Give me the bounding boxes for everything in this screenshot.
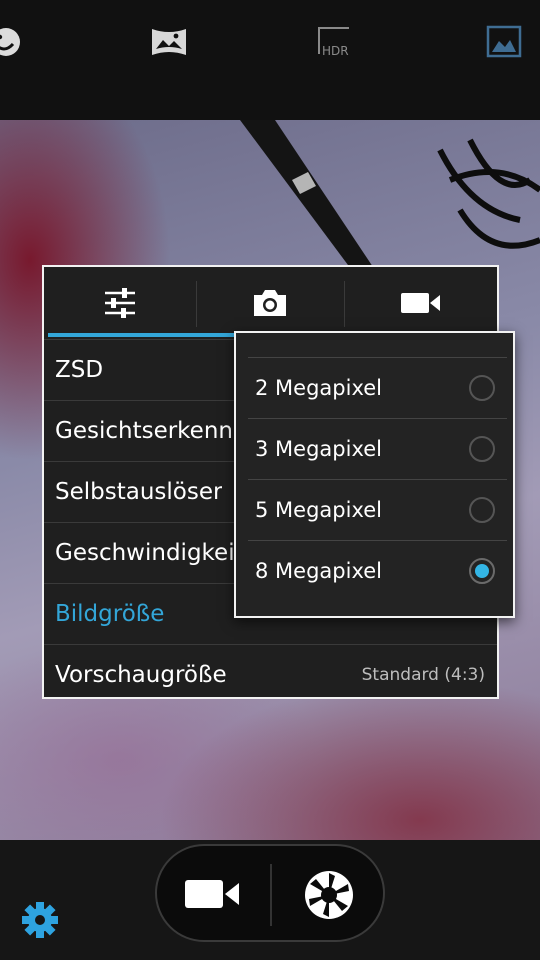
face-beauty-icon[interactable] (0, 24, 26, 60)
setting-value: Standard (4:3) (361, 665, 485, 685)
radio-button[interactable] (469, 497, 495, 523)
video-camera-icon (400, 293, 440, 313)
option-3-megapixel[interactable]: 3 Megapixel (236, 419, 513, 479)
panorama-icon[interactable] (149, 24, 189, 60)
picture-size-popup: 2 Megapixel 3 Megapixel 5 Megapixel 8 Me… (234, 331, 515, 618)
capture-controls (155, 844, 385, 942)
radio-button[interactable] (469, 375, 495, 401)
tab-selected-indicator (48, 333, 196, 337)
capture-divider (270, 864, 272, 926)
setting-label: ZSD (55, 357, 104, 383)
tab-photo-settings[interactable] (196, 267, 344, 339)
camera-icon (254, 290, 286, 316)
hdr-icon[interactable]: HDR (316, 24, 356, 60)
shutter-button[interactable] (302, 868, 356, 922)
svg-text:HDR: HDR (322, 44, 349, 58)
scene-image-icon[interactable] (485, 24, 525, 60)
tab-partial-indicator (196, 333, 236, 337)
option-2-megapixel[interactable]: 2 Megapixel (236, 358, 513, 418)
video-record-button[interactable] (181, 872, 247, 916)
setting-label: Vorschaugröße (55, 662, 227, 688)
gear-icon (22, 902, 58, 938)
setting-preview-size[interactable]: Vorschaugröße Standard (4:3) (44, 644, 497, 705)
mode-bar: HDR (0, 0, 540, 120)
radio-button[interactable] (469, 436, 495, 462)
radio-button-selected[interactable] (469, 558, 495, 584)
settings-tabs (44, 267, 497, 339)
tab-video-settings[interactable] (344, 267, 497, 339)
setting-label: Bildgröße (55, 601, 165, 627)
option-label: 2 Megapixel (255, 376, 382, 400)
option-5-megapixel[interactable]: 5 Megapixel (236, 480, 513, 540)
video-camera-icon (185, 880, 239, 908)
tab-general-settings[interactable] (44, 267, 196, 339)
shutter-aperture-icon (305, 871, 353, 919)
bottom-control-bar (0, 840, 540, 960)
option-label: 5 Megapixel (255, 498, 382, 522)
option-label: 8 Megapixel (255, 559, 382, 583)
option-8-megapixel[interactable]: 8 Megapixel (236, 541, 513, 601)
setting-label: Selbstauslöser (55, 479, 223, 505)
option-label: 3 Megapixel (255, 437, 382, 461)
settings-button[interactable] (20, 900, 60, 940)
sliders-icon (105, 288, 135, 318)
setting-label: Geschwindigkeit (55, 540, 244, 566)
